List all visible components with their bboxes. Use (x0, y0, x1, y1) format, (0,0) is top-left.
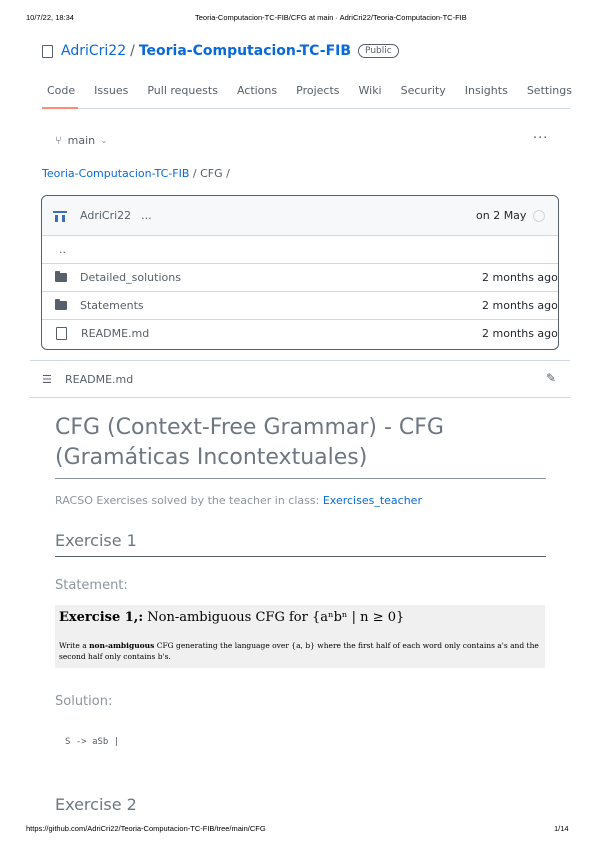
history-icon[interactable] (533, 209, 545, 222)
exercise-1-heading: Exercise 1 (55, 531, 137, 550)
readme-filename: README.md (65, 373, 134, 386)
file-row[interactable]: Detailed_solutions 2 months ago (42, 264, 558, 292)
list-icon[interactable]: ☰ (42, 373, 53, 386)
readme-description: RACSO Exercises solved by the teacher in… (55, 494, 422, 507)
folder-icon (55, 299, 67, 310)
file-name[interactable]: Statements (80, 299, 144, 312)
latest-commit-row: AdriCri22 ... on 2 May (42, 196, 558, 236)
parent-dir-row[interactable]: .. (42, 236, 558, 264)
tab-settings[interactable]: Settings (527, 84, 572, 97)
exercise-statement-title: Exercise 1,: Non-ambiguous CFG for {aⁿbⁿ… (59, 610, 404, 625)
description-text: RACSO Exercises solved by the teacher in… (55, 494, 323, 507)
visibility-badge: Public (358, 44, 399, 58)
breadcrumb-root-link[interactable]: Teoria-Computacion-TC-FIB (42, 167, 189, 180)
parent-dir-link[interactable]: .. (42, 243, 66, 256)
avatar[interactable] (53, 209, 67, 223)
statement-text-a: Write a (59, 641, 90, 650)
file-name[interactable]: Detailed_solutions (80, 271, 181, 284)
exercise-label: Exercise 1,: (59, 610, 144, 625)
repo-owner-link[interactable]: AdriCri22 (61, 43, 126, 59)
repo-header: AdriCri22 / Teoria-Computacion-TC-FIB Pu… (42, 43, 399, 59)
commit-date: on 2 May (476, 209, 527, 222)
file-row[interactable]: README.md 2 months ago (42, 320, 558, 347)
exercise-1-rule (55, 556, 546, 557)
readme-divider (30, 360, 570, 361)
readme-header-divider (30, 397, 570, 398)
file-browser: AdriCri22 ... on 2 May .. Detailed_solut… (41, 195, 559, 350)
breadcrumb: Teoria-Computacion-TC-FIB / CFG / (42, 167, 230, 180)
file-row[interactable]: Statements 2 months ago (42, 292, 558, 320)
tab-insights[interactable]: Insights (465, 84, 508, 97)
git-branch-icon: ⑂ (55, 134, 62, 147)
tabs-divider (42, 107, 570, 109)
active-tab-indicator (42, 107, 78, 109)
tab-code[interactable]: Code (47, 84, 75, 97)
chevron-down-icon: ⌄ (100, 135, 108, 146)
file-age: 2 months ago (482, 271, 558, 284)
solution-code: S -> aSb | (65, 737, 120, 747)
commit-message-ellipsis[interactable]: ... (141, 209, 152, 222)
file-age: 2 months ago (482, 327, 558, 340)
tab-projects[interactable]: Projects (296, 84, 339, 97)
exercise-statement-text: Write a non-ambiguous CFG generating the… (59, 640, 544, 662)
print-url: https://github.com/AdriCri22/Teoria-Comp… (26, 824, 266, 833)
print-page-number: 1/14 (554, 824, 569, 833)
tab-pull-requests[interactable]: Pull requests (147, 84, 218, 97)
exercise-title-text: Non-ambiguous CFG for {aⁿbⁿ | n ≥ 0} (143, 610, 405, 625)
readme-header: ☰ README.md (42, 373, 133, 386)
folder-icon (55, 271, 67, 282)
tab-security[interactable]: Security (401, 84, 446, 97)
solution-heading: Solution: (55, 694, 113, 709)
repo-icon (42, 44, 53, 58)
commit-author[interactable]: AdriCri22 (80, 209, 131, 222)
kebab-menu-icon[interactable]: ··· (533, 131, 548, 146)
tab-wiki[interactable]: Wiki (359, 84, 382, 97)
repo-name-link[interactable]: Teoria-Computacion-TC-FIB (139, 43, 351, 59)
branch-selector[interactable]: ⑂ main ⌄ (55, 134, 108, 147)
tab-issues[interactable]: Issues (94, 84, 128, 97)
title-rule (55, 478, 546, 479)
statement-heading: Statement: (55, 578, 128, 593)
statement-text-bold: non-ambiguous (89, 641, 155, 650)
exercise-2-heading: Exercise 2 (55, 795, 137, 814)
exercises-teacher-link[interactable]: Exercises_teacher (323, 494, 422, 507)
pencil-icon[interactable]: ✎ (546, 371, 556, 385)
branch-name: main (67, 134, 96, 147)
repo-separator: / (130, 43, 135, 59)
file-age: 2 months ago (482, 299, 558, 312)
print-doc-title: Teoria-Computacion-TC-FIB/CFG at main · … (195, 13, 467, 22)
file-name[interactable]: README.md (81, 327, 149, 340)
breadcrumb-path: / CFG / (189, 167, 230, 180)
tab-actions[interactable]: Actions (237, 84, 277, 97)
exercise-statement-image: Exercise 1,: Non-ambiguous CFG for {aⁿbⁿ… (55, 605, 545, 668)
file-icon (56, 327, 67, 340)
print-datetime: 10/7/22, 18:34 (26, 13, 74, 22)
repo-tabs: Code Issues Pull requests Actions Projec… (47, 84, 591, 97)
readme-title: CFG (Context-Free Grammar) - CFG (Gramát… (55, 415, 444, 470)
